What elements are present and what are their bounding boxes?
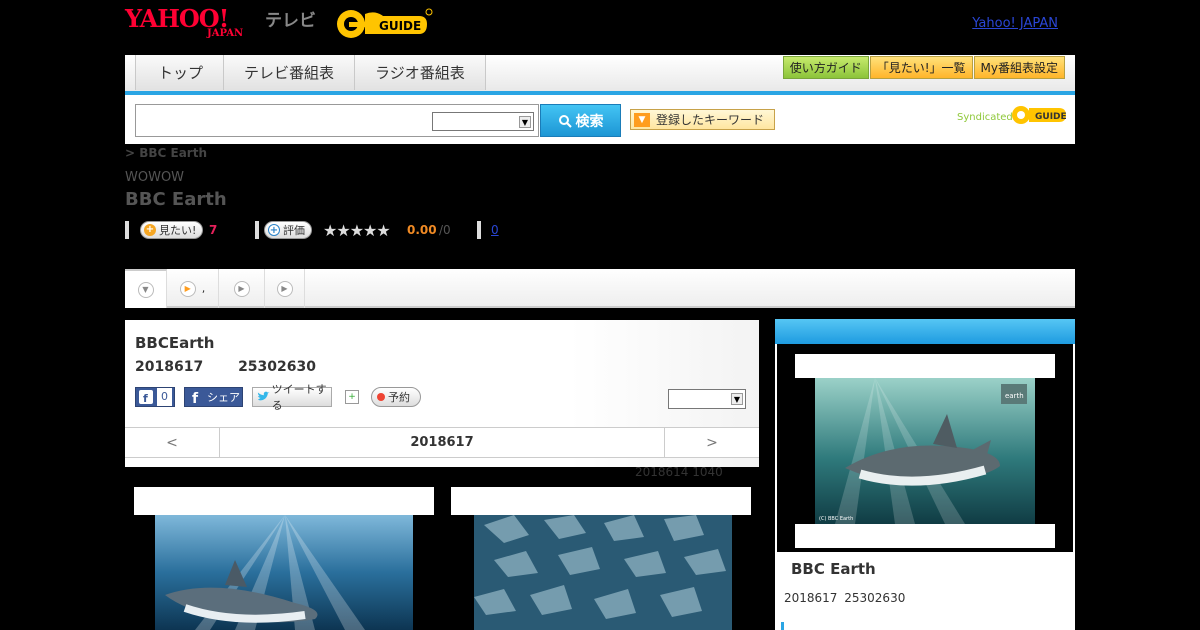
nav-tab-top[interactable]: トップ [135,55,225,90]
share-label: シェア [207,391,240,404]
detail-datetime: 2018617 25302630 [135,359,316,375]
syndicated-label: Syndicated [957,112,1013,123]
rating-score: 0.00 [407,223,437,237]
tab-1[interactable]: ▼ [125,269,167,308]
facebook-icon: f [139,390,153,404]
page-title: BBC Earth [125,189,227,210]
play-icon: ▶ [276,280,293,297]
reserve-button[interactable]: 予約 [371,387,421,407]
photo-card-shark[interactable] [134,487,434,630]
side-caption-top [795,354,1055,378]
current-date: 2018617 [410,435,474,450]
search-category-select[interactable]: ▼ [432,112,534,131]
registered-keywords-label: 登録したキーワード [656,113,765,127]
side-title[interactable]: BBC Earth [791,560,876,578]
svg-text:(C) BBC Earth: (C) BBC Earth [819,516,853,522]
syndicated-gguide-logo: Syndicated GUIDE [957,103,1067,129]
plus-icon: + [268,224,280,236]
tab-3[interactable]: ▶ [219,269,265,308]
side-caption-bottom [795,524,1055,548]
rate-button[interactable]: + 評価 [264,221,312,239]
divider [477,221,481,239]
svg-text:GUIDE: GUIDE [1035,112,1067,122]
next-date-button[interactable]: > [664,428,759,457]
side-featured: earth (C) BBC Earth BBC Earth 2018617 25… [775,319,1075,630]
detail-heading: BBCEarth [135,334,215,352]
want-count: 7 [209,223,218,237]
chevron-down-icon: ▼ [519,116,531,128]
my-listing-settings-button[interactable]: My番組表設定 [973,56,1065,79]
logo-tv-text: テレビ [265,11,316,31]
search-button-label: 検索 [575,113,604,130]
like-count: 0 [157,388,172,406]
chevron-down-icon: ▼ [731,393,743,405]
want-list-button[interactable]: 「見たい!」一覧 [869,56,973,79]
tweet-button[interactable]: ツイートする [252,383,332,412]
side-accent-line [781,622,784,630]
svg-text:f: f [143,392,148,404]
side-header-bar [775,319,1075,344]
search-button[interactable]: 検索 [540,104,621,137]
program-stats: + 見たい! 7 + 評価 ★★★★★ 0.00 /0 0 [125,219,725,243]
main-nav: トップ テレビ番組表 ラジオ番組表 使い方ガイド 「見たい!」一覧 My番組表設… [125,55,1075,95]
search-bar: ▼ 検索 ▼ 登録したキーワード Syndicated GUIDE [125,95,1075,144]
chevron-down-icon: ▼ [137,281,154,298]
shark-photo [155,515,413,630]
side-datetime: 2018617 25302630 [784,591,906,605]
reserve-label: 予約 [388,391,410,404]
tab-4[interactable]: ▶ [265,269,305,308]
add-calendar-icon[interactable]: + [345,390,359,404]
svg-text:GUIDE: GUIDE [379,19,421,33]
updated-timestamp: 2018614 1040 [635,465,723,479]
tab-2-label: , [201,282,206,295]
tab-2[interactable]: ▶ , [167,269,219,308]
svg-text:f: f [192,391,199,404]
nav-tab-tv-listings[interactable]: テレビ番組表 [224,55,356,90]
channel-name: WOWOW [125,170,185,185]
search-icon [558,114,572,128]
facebook-icon: f [192,391,199,404]
breadcrumb[interactable]: > BBC Earth [125,146,207,160]
dropdown-arrow-icon: ▼ [634,112,650,127]
rate-label: 評価 [283,224,305,237]
record-icon [377,393,385,401]
want-to-watch-button[interactable]: + 見たい! [140,221,204,239]
play-icon: ▶ [233,280,250,297]
manta-rays-photo [474,515,732,630]
yahoo-japan-link[interactable]: Yahoo! JAPAN [972,16,1058,31]
content-tabs: ▼ ▶ , ▶ ▶ [125,269,1075,308]
side-shark-photo[interactable]: earth (C) BBC Earth [815,378,1035,524]
photo-card-rays[interactable] [451,487,751,630]
photo-caption-box [134,487,434,515]
date-navigator: < 2018617 > [125,427,759,458]
header: YAHOO! JAPAN テレビ GUIDE Yahoo! JAPAN [125,0,1075,50]
plus-icon: + [144,224,156,236]
facebook-like-button[interactable]: f 0 [135,387,175,407]
yahoo-japan-logo[interactable]: YAHOO! JAPAN [125,4,265,42]
broadcast-detail: BBCEarth 2018617 25302630 f 0 f シェア ツイート… [125,320,759,467]
gguide-small-icon: GUIDE [1012,106,1067,124]
registered-keywords-button[interactable]: ▼ 登録したキーワード [630,109,775,130]
want-label: 見たい! [159,224,197,237]
prev-date-button[interactable]: < [125,428,220,457]
logo-japan-text: JAPAN [207,28,244,39]
star-rating: ★★★★★ [323,221,391,240]
review-count-link[interactable]: 0 [491,223,499,237]
photo-caption-box [451,487,751,515]
usage-guide-button[interactable]: 使い方ガイド [782,56,869,79]
nav-tab-radio-listings[interactable]: ラジオ番組表 [355,55,486,90]
tweet-label: ツイートする [271,383,327,412]
gguide-logo[interactable]: GUIDE [335,6,433,42]
rating-denominator: /0 [439,223,451,237]
svg-text:earth: earth [1005,392,1024,400]
facebook-share-button[interactable]: f シェア [184,387,243,407]
twitter-bird-icon [257,391,270,401]
divider [125,221,129,239]
area-select[interactable]: ▼ [668,389,746,409]
divider [255,221,259,239]
play-icon: ▶ [179,280,196,297]
